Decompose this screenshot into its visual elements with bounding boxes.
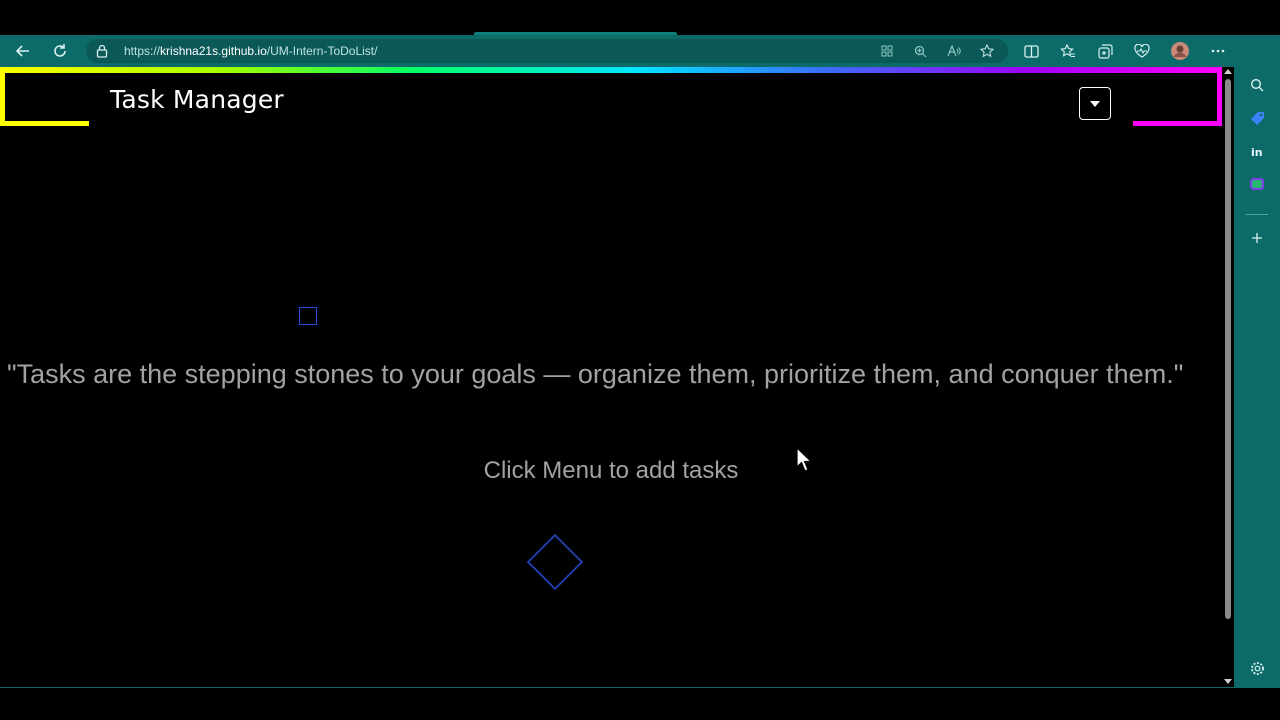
window-top-strip [0, 0, 1280, 35]
url-text[interactable]: https://krishna21s.github.io/UM-Intern-T… [124, 44, 377, 58]
profile-avatar-icon[interactable] [1166, 35, 1194, 67]
add-tasks-hint: Click Menu to add tasks [483, 457, 739, 484]
lock-icon[interactable] [96, 43, 108, 59]
zoom-icon[interactable] [908, 39, 932, 63]
url-prefix: https:// [124, 44, 161, 58]
settings-icon[interactable] [1234, 653, 1280, 683]
scrollbar-thumb[interactable] [1225, 79, 1231, 619]
more-icon[interactable] [1204, 35, 1232, 67]
read-aloud-icon[interactable] [942, 39, 966, 63]
menu-dropdown-button[interactable] [1079, 87, 1111, 120]
refresh-icon[interactable] [46, 35, 74, 67]
rainbow-border [0, 67, 1222, 73]
search-icon[interactable] [1234, 70, 1280, 100]
yellow-corner-accent [0, 67, 89, 126]
caret-down-icon [1090, 100, 1100, 107]
performance-icon[interactable] [1128, 35, 1156, 67]
linkedin-icon[interactable]: in [1234, 136, 1280, 166]
magenta-corner-accent [1133, 67, 1222, 126]
floating-square-shape [299, 307, 317, 325]
address-bar[interactable]: https://krishna21s.github.io/UM-Intern-T… [86, 39, 1008, 63]
scroll-up-arrow-icon[interactable] [1224, 69, 1232, 74]
window-bottom-strip [0, 688, 1280, 720]
url-path: /UM-Intern-ToDoList/ [266, 44, 378, 58]
page-viewport: Task Manager "Tasks are the stepping sto… [0, 67, 1222, 687]
brand-title: Task Manager [110, 85, 284, 114]
url-domain: krishna21s.github.io [160, 44, 267, 58]
floating-diamond-shape [526, 533, 584, 591]
favorite-star-icon[interactable] [975, 39, 999, 63]
favorites-icon[interactable] [1054, 35, 1082, 67]
back-icon[interactable] [9, 35, 37, 67]
scroll-down-arrow-icon[interactable] [1224, 679, 1232, 684]
motivational-quote: "Tasks are the stepping stones to your g… [7, 359, 1184, 389]
split-screen-icon[interactable] [1017, 35, 1045, 67]
browser-toolbar: https://krishna21s.github.io/UM-Intern-T… [0, 35, 1280, 67]
page-scrollbar[interactable] [1222, 67, 1234, 687]
edge-sidebar: in [1234, 35, 1280, 687]
shopping-tag-icon[interactable] [1234, 103, 1280, 133]
add-icon[interactable] [1234, 223, 1280, 253]
collections-icon[interactable] [1091, 35, 1119, 67]
sidebar-divider [1246, 214, 1268, 215]
mouse-cursor-icon [796, 447, 813, 472]
outlook-icon[interactable] [1234, 169, 1280, 199]
apps-icon[interactable] [875, 39, 899, 63]
svg-text:in: in [1251, 146, 1263, 158]
